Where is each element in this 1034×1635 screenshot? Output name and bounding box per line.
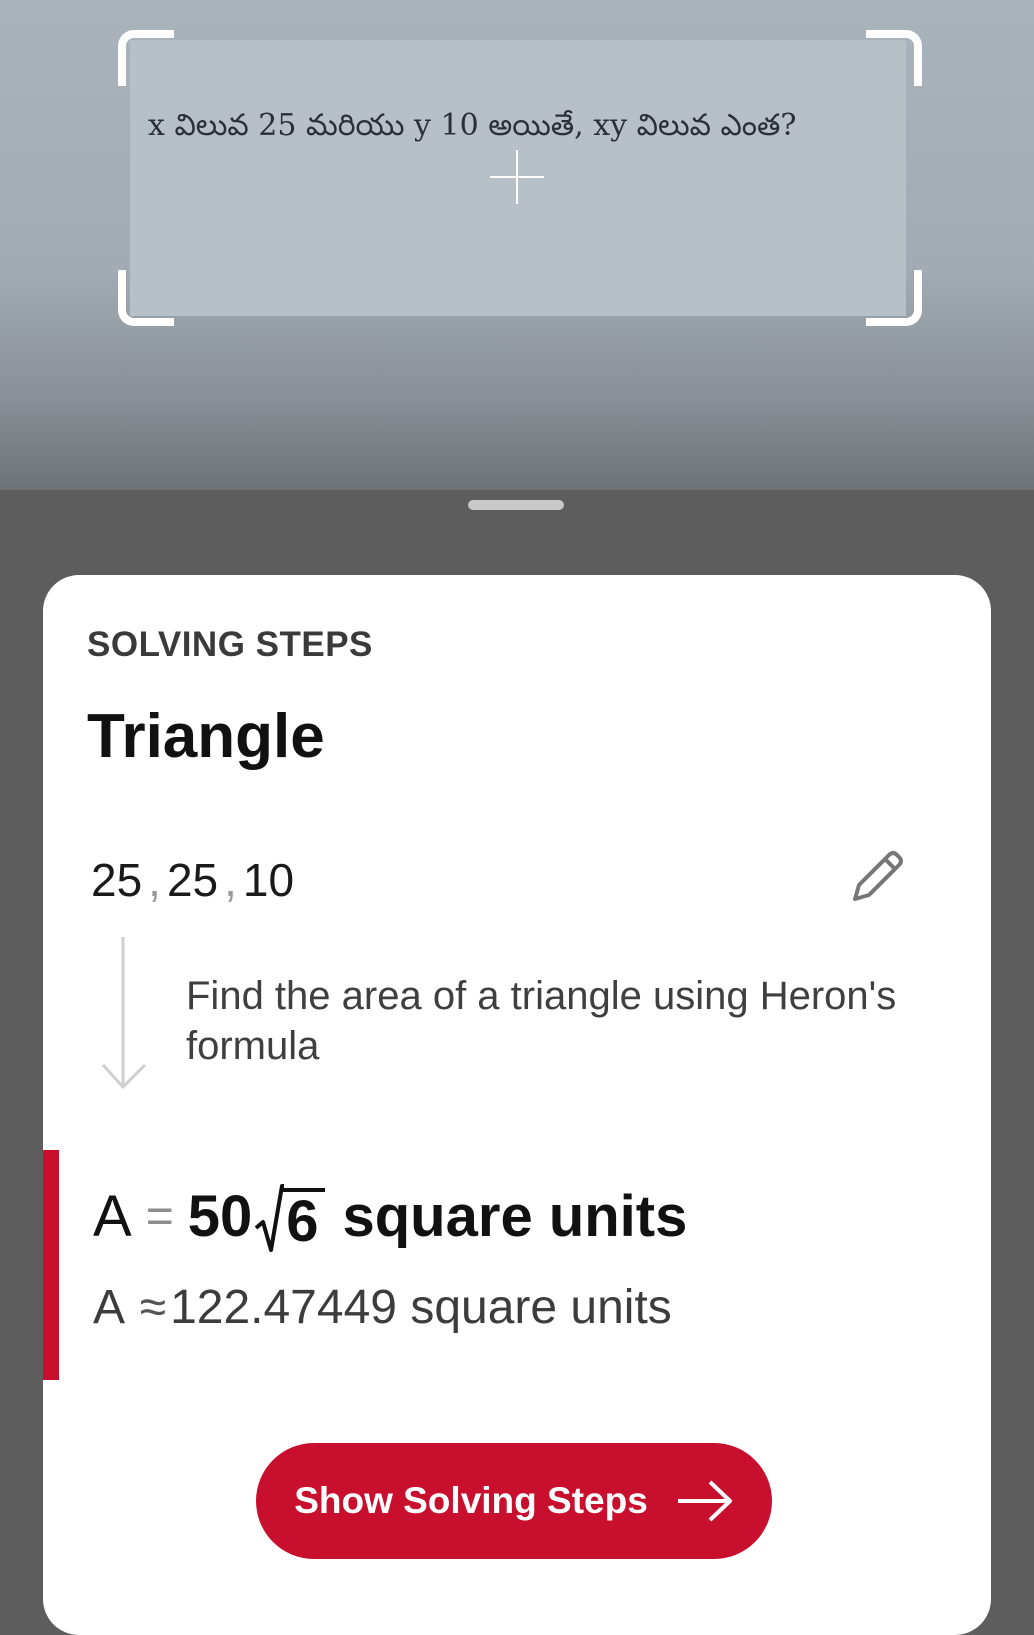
scan-frame-corner-top-right: [866, 30, 922, 86]
scan-frame-corner-bottom-left: [118, 270, 174, 326]
result-radicand: 6: [282, 1188, 325, 1252]
result-approx: A ≈122.47449 square units: [93, 1280, 672, 1335]
separator: ,: [224, 854, 237, 906]
approx-symbol: A: [93, 1281, 123, 1334]
approx-value: 122.47449: [170, 1281, 397, 1334]
result-symbol: A: [93, 1183, 132, 1249]
pencil-icon[interactable]: [845, 845, 909, 909]
scan-frame-corner-bottom-right: [866, 270, 922, 326]
result-coefficient: 50: [187, 1183, 253, 1249]
sheet-drag-handle[interactable]: [468, 500, 564, 510]
side-a: 25: [91, 854, 143, 906]
arrow-down-icon: [101, 937, 155, 1097]
step-description[interactable]: Find the area of a triangle using Heron'…: [186, 971, 946, 1071]
section-label: SOLVING STEPS: [87, 625, 373, 664]
solution-sheet: SOLVING STEPS Triangle 25, 25, 10 Find the…: [43, 575, 991, 1635]
side-c: 10: [242, 854, 295, 906]
approx-operator: ≈: [139, 1281, 167, 1334]
result-unit: square units: [342, 1183, 688, 1249]
show-solving-steps-button[interactable]: Show Solving Steps: [256, 1443, 772, 1559]
scan-frame-corner-top-left: [118, 30, 174, 86]
camera-preview: x విలువ 25 మరియు y 10 అయితే, xy విలువ ఎం…: [0, 0, 1034, 490]
result-exact: A = 50 6 square units: [93, 1177, 687, 1255]
result-accent-bar: [43, 1150, 59, 1380]
result-equals: =: [145, 1189, 174, 1243]
square-root: 6: [254, 1180, 325, 1252]
scanned-question: x విలువ 25 మరియు y 10 అయితే, xy విలువ ఎం…: [148, 108, 797, 143]
crosshair-icon: [490, 150, 544, 204]
arrow-right-icon: [677, 1480, 732, 1522]
approx-unit: square units: [410, 1281, 672, 1334]
separator: ,: [148, 854, 161, 906]
radical-sign-icon: [254, 1184, 285, 1252]
problem-title: Triangle: [87, 702, 325, 771]
triangle-sides: 25, 25, 10: [91, 853, 294, 907]
side-b: 25: [166, 854, 219, 906]
button-label: Show Solving Steps: [294, 1480, 648, 1521]
